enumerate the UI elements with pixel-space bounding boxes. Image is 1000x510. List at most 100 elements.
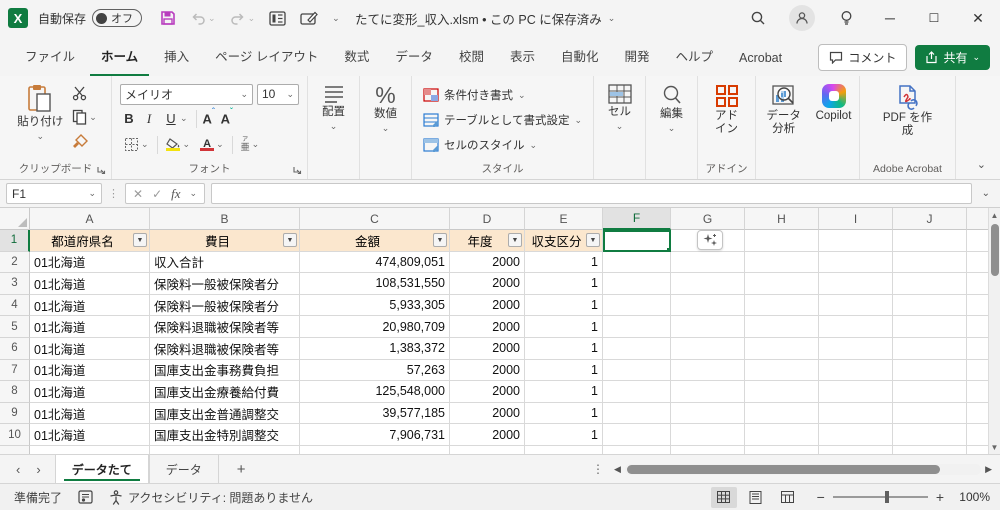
borders-button[interactable]: ⌄ [122,135,151,155]
cell-year[interactable]: 2000 [450,402,525,425]
row-header[interactable]: 6 [0,337,30,360]
cell[interactable] [819,294,893,317]
cell[interactable] [819,402,893,425]
cell[interactable] [671,424,745,446]
cell[interactable] [671,230,745,252]
row-header[interactable]: 8 [0,381,30,403]
cell[interactable] [745,359,819,382]
cell[interactable] [967,403,988,425]
create-pdf-button[interactable]: PDF を作成 [878,80,938,142]
cell-year[interactable]: 2000 [450,251,525,274]
conditional-formatting-button[interactable]: 条件付き書式 ⌄ [419,83,586,107]
row-header[interactable]: 5 [0,316,30,338]
autosave-toggle[interactable]: 自動保存 オフ [38,9,143,27]
cell-category[interactable]: 1 [525,402,603,425]
cell[interactable] [893,294,967,317]
ribbon-tab[interactable]: 数式 [333,39,380,76]
cell-item[interactable]: 国庫支出金普通調整交 [150,402,300,425]
cell[interactable] [745,251,819,274]
cell[interactable] [745,294,819,317]
zoom-in-icon[interactable]: + [936,489,944,505]
cell[interactable] [671,402,745,425]
ribbon-tab[interactable]: 表示 [499,39,546,76]
view-toggle-button[interactable] [269,10,286,26]
vertical-scroll-thumb[interactable] [990,224,999,276]
cell[interactable] [603,359,671,382]
zoom-slider[interactable]: − + [817,489,944,505]
number-format-button[interactable]: % 数値 ⌄ [369,80,402,137]
filter-icon[interactable]: ▼ [433,233,447,248]
cell-prefecture[interactable]: 01北海道 [30,273,150,295]
copy-button[interactable]: ⌄ [70,107,99,127]
accessibility-status[interactable]: アクセシビリティ: 問題ありません [109,489,313,506]
cell-amount[interactable]: 474,809,051 [300,251,450,274]
header-cell-amount[interactable]: 金額 ▼ [300,230,450,252]
cell-amount[interactable]: 5,933,305 [300,294,450,317]
cancel-formula-icon[interactable]: ✕ [133,187,143,201]
cell-year[interactable]: 2000 [450,337,525,360]
cell-item[interactable]: 保険料退職被保険者等 [150,337,300,360]
cell-prefecture[interactable]: 01北海道 [30,294,150,317]
cell[interactable] [819,424,893,446]
cell-category[interactable]: 1 [525,424,603,446]
cell-year[interactable]: 2000 [450,316,525,338]
cell-prefecture[interactable]: 01北海道 [30,316,150,338]
row-header[interactable]: 1 [0,230,30,252]
cell[interactable] [893,230,967,252]
column-header[interactable]: J [893,208,967,230]
cell-year[interactable]: 2000 [450,424,525,446]
cell[interactable] [967,424,988,446]
row-header[interactable]: 10 [0,424,30,446]
column-header[interactable]: H [745,208,819,230]
header-cell-category[interactable]: 収支区分 ▼ [525,230,603,252]
cell-category[interactable]: 1 [525,381,603,403]
ribbon-tab[interactable]: ホーム [90,39,150,76]
font-size-select[interactable]: 10 ⌄ [257,83,299,105]
cell[interactable] [671,294,745,317]
scroll-right-icon[interactable]: ▶ [985,464,992,475]
zoom-level[interactable]: 100% [950,490,990,504]
cell[interactable] [967,252,988,274]
cell[interactable] [967,273,988,295]
cell[interactable] [819,359,893,382]
inking-button[interactable] [300,11,318,26]
horizontal-scrollbar[interactable]: ◀ ▶ [610,455,1000,483]
collapse-ribbon-icon[interactable]: ⌄ [977,158,986,171]
zoom-out-icon[interactable]: − [817,489,825,505]
sheet-tab[interactable]: データたて [54,455,149,483]
format-as-table-button[interactable]: テーブルとして書式設定 ⌄ [419,108,586,132]
cell-prefecture[interactable]: 01北海道 [30,337,150,360]
cell-item[interactable]: 保険料一般被保険者分 [150,273,300,295]
cell-category[interactable]: 1 [525,359,603,382]
cell[interactable] [745,381,819,403]
editing-button[interactable]: 編集 ⌄ [655,80,688,137]
cell-prefecture[interactable]: 01北海道 [30,424,150,446]
filter-icon[interactable]: ▼ [586,233,600,248]
cut-button[interactable] [70,83,99,103]
save-button[interactable] [160,10,176,26]
cell-item[interactable]: 国庫支出金特別調整交 [150,424,300,446]
cell[interactable] [967,230,988,252]
cell[interactable] [893,402,967,425]
cell[interactable] [819,316,893,338]
function-dropdown-icon[interactable]: ⌄ [190,189,198,198]
cell[interactable] [671,337,745,360]
cell[interactable] [603,381,671,403]
column-header[interactable]: G [671,208,745,230]
font-color-button[interactable]: A ⌄ [198,135,226,155]
ribbon-tab[interactable]: Acrobat [728,44,793,76]
cell-prefecture[interactable]: 01北海道 [30,402,150,425]
filter-icon[interactable]: ▼ [508,233,522,248]
cell[interactable] [745,316,819,338]
cell-category[interactable]: 1 [525,273,603,295]
cell-prefecture[interactable]: 01北海道 [30,251,150,274]
font-name-select[interactable]: メイリオ ⌄ [120,83,253,105]
cell[interactable] [967,381,988,403]
data-analysis-button[interactable]: データ分析 [759,80,809,140]
cell[interactable] [603,402,671,425]
fill-color-button[interactable]: ⌄ [164,135,193,155]
header-cell-item[interactable]: 費目 ▼ [150,230,300,252]
cell[interactable] [745,337,819,360]
cell[interactable] [671,359,745,382]
cell[interactable] [745,402,819,425]
